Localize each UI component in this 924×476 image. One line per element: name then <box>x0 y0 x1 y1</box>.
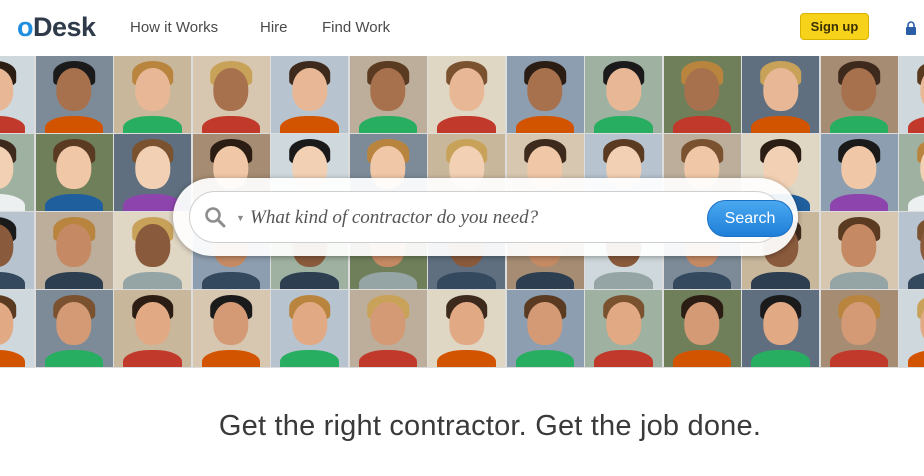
contractor-photo <box>506 56 584 133</box>
contractor-photo <box>0 134 34 211</box>
contractor-photo <box>663 56 741 133</box>
search-icon <box>205 207 226 228</box>
nav-how-it-works[interactable]: How it Works <box>130 19 218 36</box>
contractor-photo <box>585 56 662 133</box>
search-input[interactable] <box>248 200 682 236</box>
contractor-photo <box>35 290 113 367</box>
contractor-photo <box>428 290 505 367</box>
contractor-photo <box>0 56 34 133</box>
contractor-photo <box>663 290 741 367</box>
contractor-photo <box>35 212 113 289</box>
contractor-photo <box>820 290 898 367</box>
contractor-photo <box>899 290 924 367</box>
contractor-photo <box>585 290 662 367</box>
search-panel: ▼ Search <box>173 178 798 256</box>
sign-up-button[interactable]: Sign up <box>800 13 869 40</box>
tagline: Get the right contractor. Get the job do… <box>218 410 762 442</box>
contractor-photo <box>506 290 584 367</box>
contractor-photo <box>35 134 113 211</box>
contractor-photo <box>0 212 34 289</box>
contractor-photo <box>192 56 270 133</box>
logo-word-desk: Desk <box>33 12 96 42</box>
nav-hire[interactable]: Hire <box>260 19 288 36</box>
contractor-photo <box>114 56 191 133</box>
search-button[interactable]: Search <box>707 200 793 237</box>
contractor-photo <box>271 290 348 367</box>
contractor-photo <box>899 212 924 289</box>
contractor-photo <box>349 290 427 367</box>
logo-letter-o: o <box>17 12 34 42</box>
contractor-photo <box>349 56 427 133</box>
contractor-photo <box>742 56 819 133</box>
contractor-photo <box>820 56 898 133</box>
contractor-photo <box>820 134 898 211</box>
contractor-photo <box>742 290 819 367</box>
contractor-photo <box>820 212 898 289</box>
odesk-logo[interactable]: oDesk <box>17 12 96 42</box>
contractor-photo <box>0 290 34 367</box>
chevron-down-icon[interactable]: ▼ <box>236 213 245 223</box>
contractor-photo <box>35 56 113 133</box>
contractor-photo <box>428 56 505 133</box>
contractor-photo <box>899 56 924 133</box>
contractor-photo <box>114 290 191 367</box>
lock-icon[interactable] <box>905 21 917 35</box>
nav-find-work[interactable]: Find Work <box>322 19 390 36</box>
top-header: oDesk How it Works Hire Find Work Sign u… <box>0 0 924 56</box>
contractor-photo <box>899 134 924 211</box>
search-bar: ▼ Search <box>189 191 793 243</box>
contractor-photo <box>271 56 348 133</box>
contractor-photo <box>192 290 270 367</box>
